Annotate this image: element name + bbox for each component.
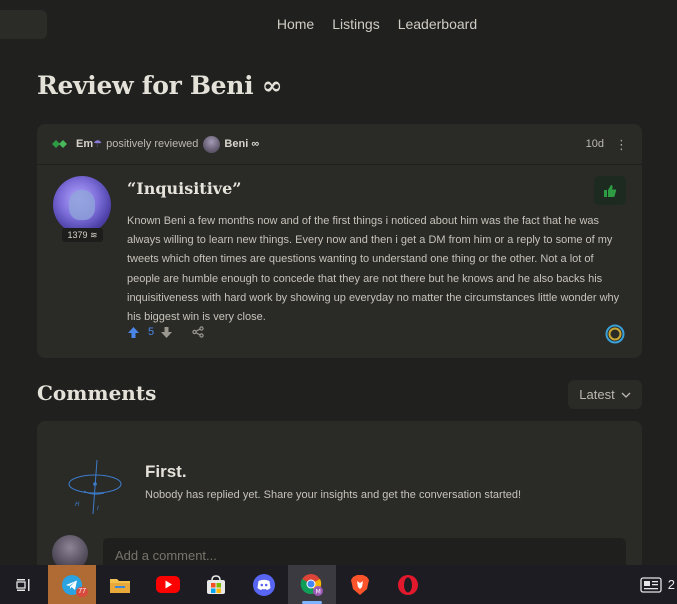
empty-state-subtitle: Nobody has replied yet. Share your insig… xyxy=(145,489,522,501)
news-widget-icon[interactable] xyxy=(640,576,662,593)
empty-state-illustration-icon: H I xyxy=(68,459,122,515)
svg-text:M: M xyxy=(316,588,321,595)
more-options-icon[interactable]: ⋮ xyxy=(615,138,628,151)
validator-ring-icon[interactable] xyxy=(605,324,625,344)
youtube-icon xyxy=(156,576,180,593)
reviewee-name[interactable]: Beni ∞ xyxy=(224,138,259,150)
system-tray: 2 xyxy=(640,565,677,604)
upvote-count: 5 xyxy=(148,326,155,338)
review-header: Em ☂ positively reviewed Beni ∞ 10d ⋮ xyxy=(37,124,642,165)
opera-icon xyxy=(398,574,418,595)
nav-home[interactable]: Home xyxy=(277,16,314,32)
downvote-arrow-icon[interactable] xyxy=(161,326,173,338)
reviewer-name[interactable]: Em xyxy=(76,138,93,150)
taskbar-task-view[interactable] xyxy=(0,565,48,604)
discord-icon xyxy=(253,573,275,596)
share-icon[interactable] xyxy=(192,326,204,338)
review-actions: 5 xyxy=(128,326,204,338)
empty-state-title: First. xyxy=(145,462,187,481)
ethos-logo-icon xyxy=(52,140,67,148)
task-view-icon xyxy=(16,578,30,591)
positive-sentiment-button[interactable] xyxy=(594,176,626,205)
windows-taskbar: 77 M 2 xyxy=(0,565,677,604)
umbrella-icon: ☂ xyxy=(93,138,103,150)
telegram-unread-badge: 77 xyxy=(76,587,88,597)
brave-icon xyxy=(351,574,369,595)
taskbar-brave[interactable] xyxy=(336,565,384,604)
top-nav: Home Listings Leaderboard xyxy=(0,16,677,32)
clock-text[interactable]: 2 xyxy=(668,577,675,592)
taskbar-youtube[interactable] xyxy=(144,565,192,604)
svg-text:H: H xyxy=(75,501,80,508)
reviewer-avatar-block[interactable]: 1379 ≋ xyxy=(53,176,111,242)
store-icon xyxy=(207,574,225,594)
review-action-text: positively reviewed xyxy=(106,138,199,150)
taskbar-chrome[interactable]: M xyxy=(288,565,336,604)
comments-panel: H I First. Nobody has replied yet. Share… xyxy=(37,421,642,581)
review-body: Known Beni a few months now and of the f… xyxy=(127,215,620,324)
credibility-score-badge: 1379 ≋ xyxy=(62,228,103,242)
chevron-down-icon xyxy=(621,392,631,398)
nav-listings[interactable]: Listings xyxy=(332,16,379,32)
svg-text:I: I xyxy=(97,505,99,512)
taskbar-microsoft-store[interactable] xyxy=(192,565,240,604)
folder-icon xyxy=(110,578,130,593)
review-time: 10d xyxy=(585,138,604,150)
upvote-arrow-icon[interactable] xyxy=(128,326,139,338)
chrome-icon: M xyxy=(300,573,323,596)
taskbar-file-explorer[interactable] xyxy=(96,565,144,604)
taskbar-discord[interactable] xyxy=(240,565,288,604)
sort-label: Latest xyxy=(579,387,615,402)
review-title: “Inquisitive” xyxy=(127,179,242,198)
taskbar-opera[interactable] xyxy=(384,565,432,604)
sort-dropdown[interactable]: Latest xyxy=(568,380,642,409)
review-card: Em ☂ positively reviewed Beni ∞ 10d ⋮ 13… xyxy=(37,124,642,358)
page-title: Review for Beni ∞ xyxy=(37,71,283,100)
taskbar-telegram[interactable]: 77 xyxy=(48,565,96,604)
thumbs-up-icon xyxy=(604,184,617,197)
reviewer-avatar[interactable] xyxy=(53,176,111,234)
nav-leaderboard[interactable]: Leaderboard xyxy=(398,16,477,32)
comments-heading: Comments xyxy=(37,381,157,405)
reviewee-avatar[interactable] xyxy=(203,135,221,153)
